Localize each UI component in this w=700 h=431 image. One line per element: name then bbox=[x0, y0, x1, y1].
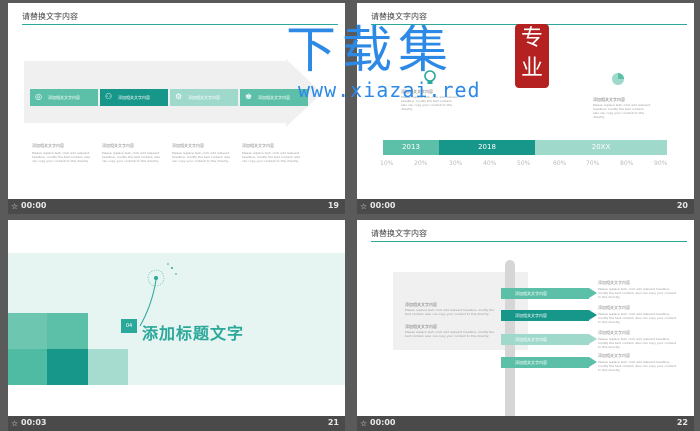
text-block: 添加相关文字内容 Please replace text, click add … bbox=[598, 305, 677, 324]
text-block: 添加相关文字内容 Please replace text, click add … bbox=[405, 302, 495, 316]
star-icon[interactable]: ☆ bbox=[11, 419, 18, 428]
transition-time: 00:00 bbox=[21, 201, 47, 210]
text-block: 添加相关文字内容 Please replace text, click add … bbox=[598, 353, 677, 372]
percent-label: 10% bbox=[380, 160, 394, 167]
slide-thumbnail-21[interactable]: 04 添加标题文字 ☆ 00:03 21 bbox=[8, 220, 345, 431]
watermark-seal: 专业 bbox=[515, 24, 549, 88]
description-block: 添加相关文字内容 Please replace text, click add … bbox=[32, 143, 91, 163]
color-block bbox=[47, 313, 88, 349]
timeline-segment: 20XX bbox=[535, 140, 667, 155]
slide-footer: ☆ 00:00 20 bbox=[357, 199, 694, 214]
description-block: 添加相关文字内容 Please replace text, click add … bbox=[172, 143, 231, 163]
star-icon[interactable]: ☆ bbox=[360, 419, 367, 428]
transition-time: 00:00 bbox=[370, 418, 396, 427]
color-block bbox=[47, 349, 88, 385]
text-block: 添加相关文字内容 Please replace text, click add … bbox=[593, 97, 651, 119]
slide-number: 21 bbox=[327, 418, 339, 427]
percent-label: 20% bbox=[414, 160, 428, 167]
arrow-tag: 添加相关文字内容 bbox=[501, 310, 597, 321]
watermark-url: www.xiazai.red bbox=[298, 78, 481, 102]
watermark-logo-text: 下载集 bbox=[286, 21, 454, 79]
timeline-segment: 2018 bbox=[439, 140, 535, 155]
percent-label: 80% bbox=[620, 160, 634, 167]
arrow-tag: 添加相关文字内容 bbox=[501, 288, 597, 299]
color-block bbox=[8, 313, 47, 349]
percent-label: 30% bbox=[449, 160, 463, 167]
percent-label: 90% bbox=[654, 160, 668, 167]
slide-footer: ☆ 00:03 21 bbox=[8, 416, 345, 431]
text-block: 添加相关文字内容 Please replace text, click add … bbox=[598, 330, 677, 349]
slide-footer: ☆ 00:00 22 bbox=[357, 416, 694, 431]
text-block: 添加相关文字内容 Please replace text, click add … bbox=[598, 280, 677, 299]
pie-icon bbox=[612, 73, 624, 85]
transition-time: 00:00 bbox=[370, 201, 396, 210]
description-block: 添加相关文字内容 Please replace text, click add … bbox=[102, 143, 161, 163]
slide-number: 19 bbox=[327, 201, 339, 210]
star-icon[interactable]: ☆ bbox=[11, 202, 18, 211]
process-chip: ⚇ 添加相关文字内容 bbox=[100, 89, 168, 106]
arrow-tag: 添加相关文字内容 bbox=[501, 334, 597, 345]
lightbulb-icon: ◎ bbox=[35, 92, 42, 101]
section-number-badge: 04 bbox=[121, 319, 137, 333]
description-block: 添加相关文字内容 Please replace text, click add … bbox=[242, 143, 301, 163]
settings-icon: ⚙ bbox=[175, 92, 183, 101]
trophy-icon: ♚ bbox=[245, 92, 253, 101]
color-block bbox=[88, 349, 128, 385]
slide-title: 添加标题文字 bbox=[142, 324, 245, 343]
text-block: 添加相关文字内容 Please replace text, click add … bbox=[405, 324, 495, 338]
watermark: 下载集 专业 www.xiazai.red bbox=[270, 10, 549, 110]
title-underline bbox=[371, 241, 687, 242]
slide-title: 请替换文字内容 bbox=[371, 229, 427, 238]
process-chip: ⚙ 添加相关文字内容 bbox=[170, 89, 238, 106]
percent-label: 50% bbox=[517, 160, 531, 167]
slide-number: 20 bbox=[676, 201, 688, 210]
slide-thumbnail-22[interactable]: 请替换文字内容 添加相关文字内容 Please replace text, cl… bbox=[357, 220, 694, 431]
percent-label: 70% bbox=[586, 160, 600, 167]
percent-label: 60% bbox=[553, 160, 567, 167]
transition-time: 00:03 bbox=[21, 418, 47, 427]
arrow-tag: 添加相关文字内容 bbox=[501, 357, 597, 368]
star-icon[interactable]: ☆ bbox=[360, 202, 367, 211]
timeline-segment: 2013 bbox=[383, 140, 439, 155]
group-icon: ⚇ bbox=[105, 92, 113, 101]
slide-footer: ☆ 00:00 19 bbox=[8, 199, 345, 214]
color-block bbox=[8, 349, 47, 385]
slide-title: 请替换文字内容 bbox=[22, 12, 78, 21]
process-chip: ◎ 添加相关文字内容 bbox=[30, 89, 98, 106]
slide-canvas: 04 添加标题文字 bbox=[8, 220, 345, 416]
percent-label: 40% bbox=[483, 160, 497, 167]
slide-canvas: 请替换文字内容 添加相关文字内容 Please replace text, cl… bbox=[357, 220, 694, 416]
slide-number: 22 bbox=[676, 418, 688, 427]
